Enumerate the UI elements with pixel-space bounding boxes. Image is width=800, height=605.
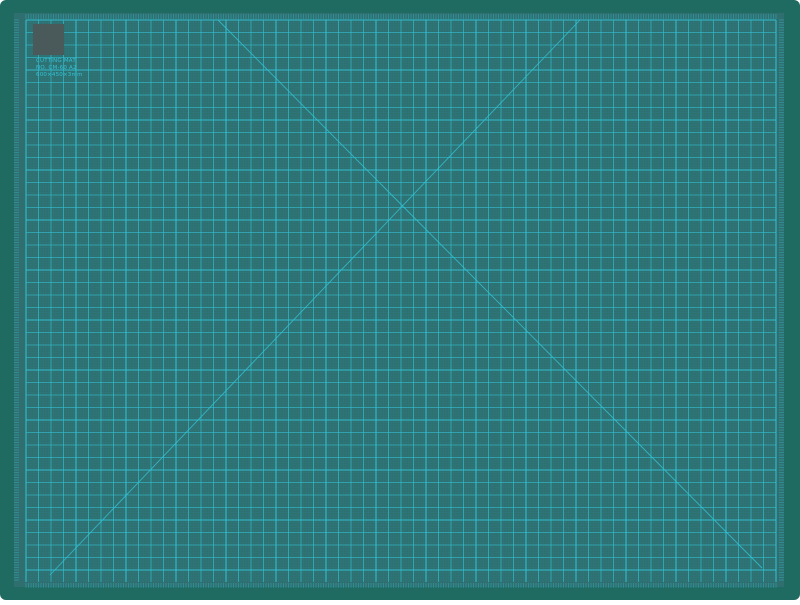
mat-label-line-3: 600×450×3mm	[36, 72, 83, 78]
mat-label-line-1: CUTTING MAT	[36, 58, 76, 64]
cutting-mat: CUTTING MAT NO. CM-60 A2 600×450×3mm	[0, 0, 800, 600]
mat-label: CUTTING MAT NO. CM-60 A2 600×450×3mm	[36, 58, 96, 79]
mat-label-line-2: NO. CM-60 A2	[36, 65, 77, 71]
cutting-mat-graphic	[0, 0, 800, 600]
brand-logo-square	[33, 24, 64, 55]
major-grid-lines	[25, 19, 777, 582]
